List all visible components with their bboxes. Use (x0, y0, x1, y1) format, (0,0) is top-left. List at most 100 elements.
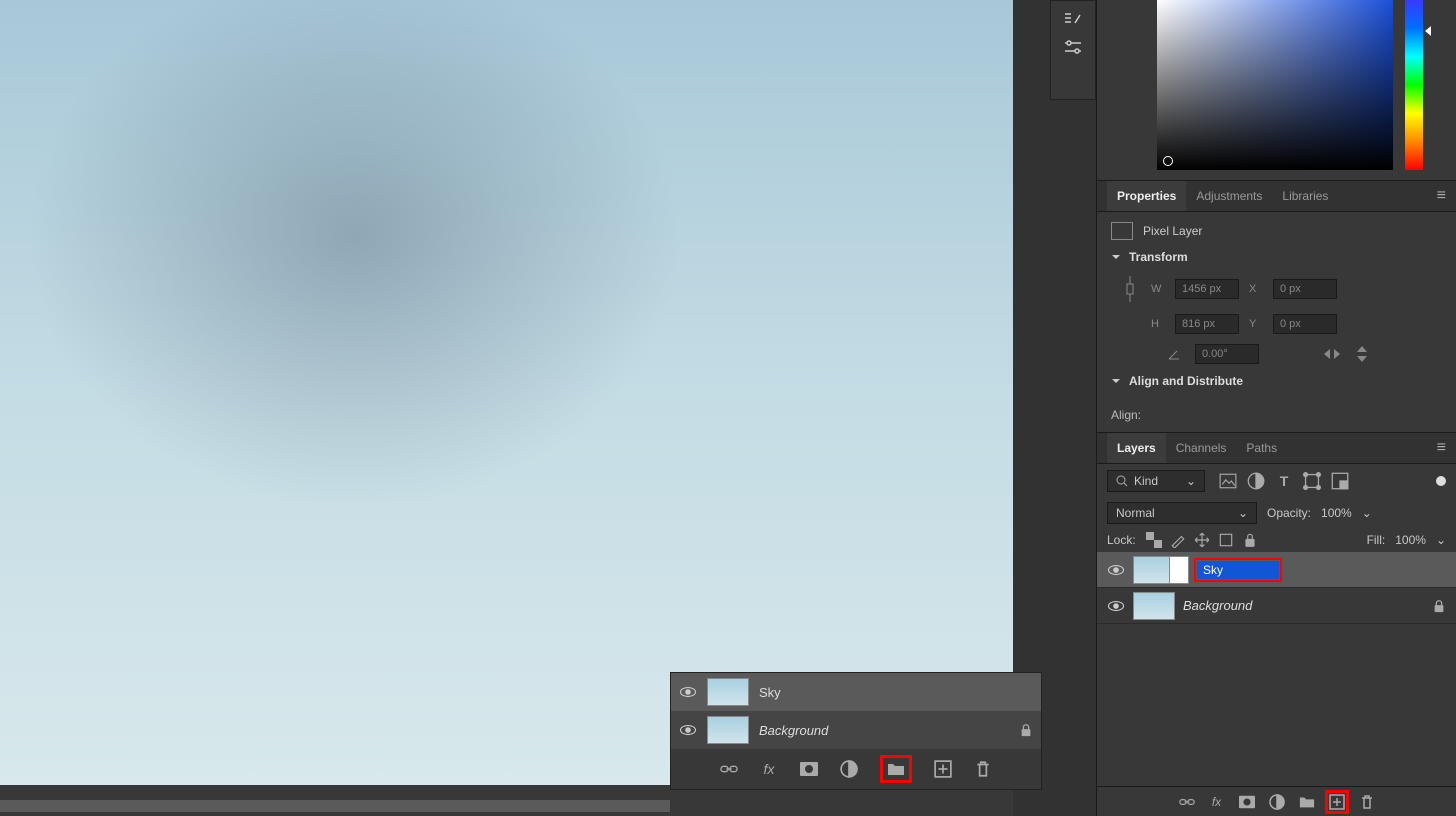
tab-paths[interactable]: Paths (1236, 433, 1287, 463)
color-cursor[interactable] (1163, 156, 1173, 166)
layers-tabs: Layers Channels Paths ≡ (1097, 432, 1456, 464)
shape-filter-icon[interactable] (1303, 472, 1321, 490)
tab-libraries[interactable]: Libraries (1272, 181, 1338, 211)
layer-mask-thumbnail[interactable] (1169, 556, 1189, 584)
folder-icon[interactable] (1299, 794, 1315, 810)
width-label: W (1151, 283, 1165, 295)
layer-thumbnail[interactable] (707, 716, 749, 744)
mask-icon[interactable] (1239, 794, 1255, 810)
adjustment-filter-icon[interactable] (1247, 472, 1265, 490)
new-layer-icon[interactable] (934, 760, 952, 778)
align-label: Align: (1097, 408, 1456, 432)
lock-label: Lock: (1107, 533, 1136, 547)
layers-bottom-bar: fx (1097, 786, 1456, 816)
layer-name-label: Background (1183, 598, 1252, 613)
transform-grid: W X H Y (1123, 274, 1442, 334)
lock-all-icon[interactable] (1242, 532, 1258, 548)
layers-panel: Kind ⌄ T Normal⌄ Opacity: 100% ⌄ Lock: (1097, 464, 1456, 816)
properties-body: Pixel Layer Transform W X H Y Align and (1097, 212, 1456, 408)
sliders-icon[interactable] (1063, 39, 1083, 55)
layer-row[interactable]: Sky (671, 673, 1041, 711)
blend-mode-select[interactable]: Normal⌄ (1107, 502, 1257, 524)
visibility-icon[interactable] (679, 723, 697, 737)
floating-panel-bottombar: fx (671, 749, 1041, 789)
y-label: Y (1249, 318, 1263, 330)
search-icon (1116, 475, 1128, 487)
layer-filter-row: Kind ⌄ T (1097, 464, 1456, 498)
fill-value[interactable]: 100% (1395, 533, 1426, 547)
layer-thumbnail[interactable] (1133, 592, 1175, 620)
align-section-toggle[interactable]: Align and Distribute (1111, 374, 1442, 388)
pixel-filter-icon[interactable] (1219, 472, 1237, 490)
layer-list: Background (1097, 552, 1456, 786)
folder-icon[interactable] (887, 760, 905, 778)
opacity-label: Opacity: (1267, 506, 1311, 520)
flip-v-icon[interactable] (1355, 345, 1369, 363)
angle-icon (1167, 347, 1181, 361)
smartobj-filter-icon[interactable] (1331, 472, 1349, 490)
hue-slider[interactable] (1405, 0, 1423, 170)
canvas[interactable] (0, 0, 1013, 785)
angle-input[interactable] (1195, 344, 1259, 364)
properties-tabs: Properties Adjustments Libraries ≡ (1097, 180, 1456, 212)
width-input[interactable] (1175, 279, 1239, 299)
visibility-icon[interactable] (1107, 563, 1125, 577)
layer-name-label: Sky (759, 685, 781, 700)
transform-section-toggle[interactable]: Transform (1111, 250, 1442, 264)
lock-paint-icon[interactable] (1170, 532, 1186, 548)
color-picker (1097, 0, 1456, 180)
layer-name-edit[interactable] (1197, 561, 1279, 579)
kind-filter-select[interactable]: Kind ⌄ (1107, 470, 1205, 492)
chevron-down-icon (1111, 376, 1121, 386)
hue-cursor[interactable] (1425, 26, 1431, 36)
layer-row[interactable]: Background (1097, 588, 1456, 624)
filter-toggle[interactable] (1436, 476, 1446, 486)
color-field[interactable] (1157, 0, 1393, 170)
layer-row[interactable]: Background (671, 711, 1041, 749)
group-highlight (880, 755, 912, 783)
canvas-scrollbar[interactable] (0, 800, 670, 812)
link-icon[interactable] (1179, 794, 1195, 810)
lock-row: Lock: Fill: 100% ⌄ (1097, 528, 1456, 552)
fx-icon[interactable]: fx (760, 760, 778, 778)
link-icon[interactable] (720, 760, 738, 778)
layer-thumbnail[interactable] (707, 678, 749, 706)
tab-properties[interactable]: Properties (1107, 181, 1186, 211)
blend-row: Normal⌄ Opacity: 100% ⌄ (1097, 498, 1456, 528)
lock-artboard-icon[interactable] (1218, 532, 1234, 548)
flip-h-icon[interactable] (1323, 347, 1341, 361)
layer-name-label: Background (759, 723, 828, 738)
x-input[interactable] (1273, 279, 1337, 299)
fx-icon[interactable]: fx (1209, 794, 1225, 810)
height-input[interactable] (1175, 314, 1239, 334)
type-filter-icon[interactable]: T (1275, 472, 1293, 490)
trash-icon[interactable] (1359, 794, 1375, 810)
tab-adjustments[interactable]: Adjustments (1186, 181, 1272, 211)
tab-layers[interactable]: Layers (1107, 433, 1166, 463)
panel-menu-icon[interactable]: ≡ (1437, 439, 1446, 457)
adjustment-icon[interactable] (1269, 794, 1285, 810)
lock-icon (1432, 599, 1446, 613)
visibility-icon[interactable] (679, 685, 697, 699)
lock-transparency-icon[interactable] (1146, 532, 1162, 548)
floating-layers-panel: Sky Background fx (670, 672, 1042, 790)
link-wh-icon[interactable] (1123, 274, 1137, 304)
adjustment-icon[interactable] (840, 760, 858, 778)
layer-type-label: Pixel Layer (1143, 224, 1202, 238)
fill-label: Fill: (1367, 533, 1386, 547)
lock-move-icon[interactable] (1194, 532, 1210, 548)
y-input[interactable] (1273, 314, 1337, 334)
x-label: X (1249, 283, 1263, 295)
new-layer-icon[interactable] (1329, 794, 1345, 810)
mask-icon[interactable] (800, 760, 818, 778)
tool-strip (1050, 0, 1096, 100)
right-panel: Properties Adjustments Libraries ≡ Pixel… (1096, 0, 1456, 816)
trash-icon[interactable] (974, 760, 992, 778)
tab-channels[interactable]: Channels (1166, 433, 1237, 463)
opacity-value[interactable]: 100% (1321, 506, 1352, 520)
brush-panel-icon[interactable] (1063, 11, 1083, 27)
layer-row[interactable] (1097, 552, 1456, 588)
panel-menu-icon[interactable]: ≡ (1437, 187, 1446, 205)
visibility-icon[interactable] (1107, 599, 1125, 613)
chevron-down-icon (1111, 252, 1121, 262)
